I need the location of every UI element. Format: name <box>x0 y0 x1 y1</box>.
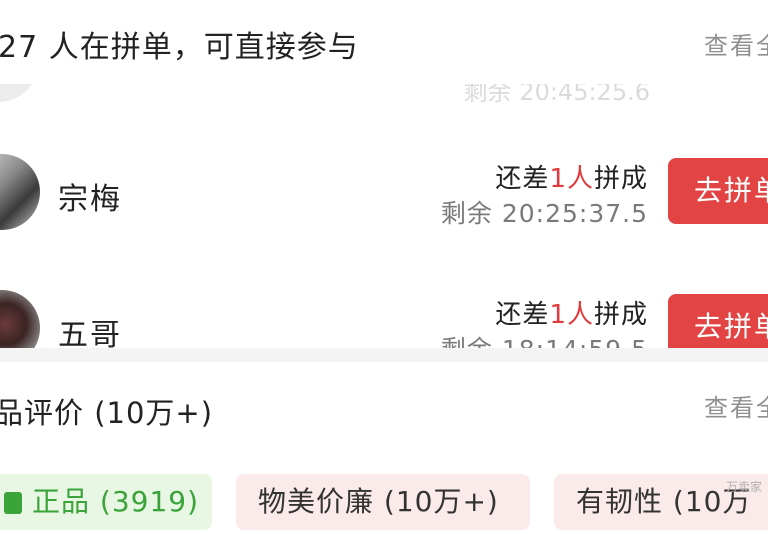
status-count: 1人 <box>549 164 594 194</box>
avatar[interactable] <box>0 154 40 230</box>
group-buy-header: 27 人在拼单，可直接参与 查看全 <box>0 0 768 84</box>
check-icon <box>4 492 22 514</box>
remaining-status: 还差1人拼成 <box>495 294 648 331</box>
reviews-title: 品评价 (10万+) <box>0 396 214 430</box>
review-tag-label: 正品 (3919) <box>32 485 200 518</box>
user-name: 五哥 <box>58 318 122 348</box>
group-buy-list[interactable]: 剩余 20:45:25.6 宗梅 还差1人拼成 剩余 20:25:37.5 去拼… <box>0 84 768 348</box>
section-divider <box>0 348 768 362</box>
review-tag-genuine[interactable]: 正品 (3919) <box>0 474 212 530</box>
join-group-button[interactable]: 去拼单 <box>668 158 768 224</box>
group-buy-title: 27 人在拼单，可直接参与 <box>0 30 359 65</box>
avatar[interactable] <box>0 290 40 348</box>
watermark: 万卖家 <box>725 480 762 494</box>
countdown-timer: 剩余 20:45:25.6 <box>463 84 650 106</box>
group-buy-row: 宗梅 还差1人拼成 剩余 20:25:37.5 去拼单 <box>0 144 768 254</box>
status-prefix: 还差 <box>495 164 550 194</box>
avatar <box>0 84 38 102</box>
reviews-see-all-link[interactable]: 查看全 <box>704 388 768 423</box>
status-prefix: 还差 <box>495 300 550 330</box>
review-tag-value[interactable]: 物美价廉 (10万+) <box>236 474 530 530</box>
join-group-button[interactable]: 去拼单 <box>668 294 768 348</box>
status-suffix: 拼成 <box>593 300 648 330</box>
review-tags: 正品 (3919) 物美价廉 (10万+) 有韧性 (10万 <box>0 474 768 534</box>
group-buy-see-all-link[interactable]: 查看全 <box>704 26 768 61</box>
review-tag-label: 物美价廉 (10万+) <box>258 485 499 518</box>
status-count: 1人 <box>549 300 594 330</box>
reviews-header: 品评价 (10万+) 查看全 <box>0 362 768 456</box>
countdown-timer: 剩余 18:14:59.5 <box>441 330 648 348</box>
user-name: 宗梅 <box>58 182 122 217</box>
group-buy-row: 五哥 还差1人拼成 剩余 18:14:59.5 去拼单 <box>0 280 768 348</box>
status-suffix: 拼成 <box>593 164 648 194</box>
countdown-timer: 剩余 20:25:37.5 <box>440 199 648 228</box>
group-buy-row-partial: 剩余 20:45:25.6 <box>0 84 768 106</box>
remaining-status: 还差1人拼成 <box>495 158 648 195</box>
